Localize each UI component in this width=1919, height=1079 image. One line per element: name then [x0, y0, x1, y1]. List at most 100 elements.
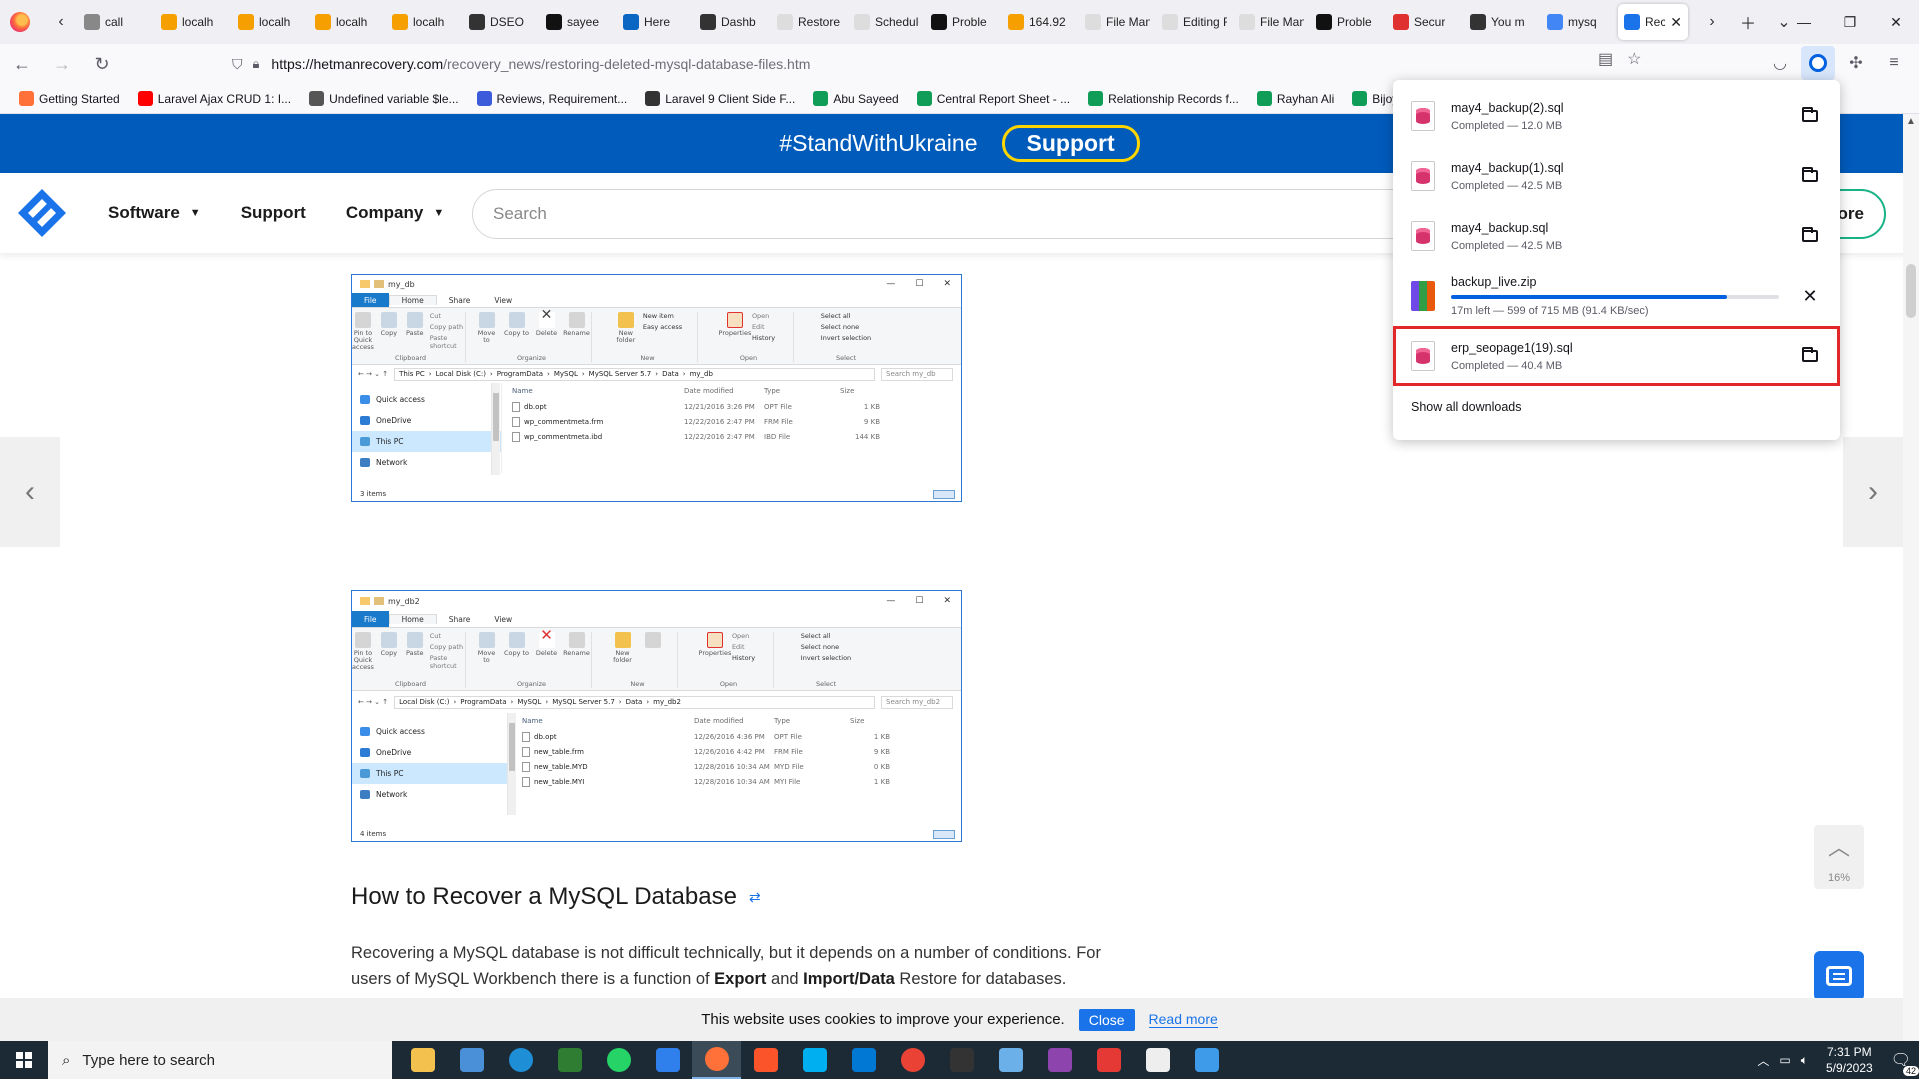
- browser-tab[interactable]: Restore W: [771, 4, 848, 40]
- reload-icon[interactable]: ↻: [84, 46, 120, 82]
- bookmark-item[interactable]: Getting Started: [12, 91, 127, 106]
- bookmark-item[interactable]: Laravel 9 Client Side F...: [638, 91, 802, 106]
- bookmark-item[interactable]: Laravel Ajax CRUD 1: I...: [131, 91, 298, 106]
- site-menu-item[interactable]: Company ▼: [346, 203, 444, 223]
- window-close-icon[interactable]: ✕: [1873, 0, 1919, 44]
- cancel-download-button[interactable]: ✕: [1798, 284, 1822, 308]
- browser-tab[interactable]: Schedule: [848, 4, 925, 40]
- url-bar[interactable]: ⛉ 🔒︎ https://hetmanrecovery.com/recovery…: [232, 49, 1632, 79]
- bookmark-star-icon[interactable]: ☆: [1627, 49, 1641, 69]
- download-item[interactable]: backup_live.zip 17m left — 599 of 715 MB …: [1393, 266, 1840, 326]
- browser-tab[interactable]: call: [78, 4, 155, 40]
- browser-tab[interactable]: Proble: [1310, 4, 1387, 40]
- anchor-link-icon[interactable]: ⇄: [749, 889, 761, 906]
- open-folder-button[interactable]: [1798, 164, 1822, 188]
- browser-tab[interactable]: Here: [617, 4, 694, 40]
- bookmark-item[interactable]: Rayhan Ali: [1250, 91, 1341, 106]
- firefox-logo-icon[interactable]: [10, 12, 30, 32]
- back-arrow-icon[interactable]: ←: [4, 46, 40, 82]
- site-search-input[interactable]: Search: [472, 189, 1472, 239]
- browser-tab[interactable]: 164.92: [1002, 4, 1079, 40]
- scroll-up-arrow-icon[interactable]: ▲: [1906, 116, 1916, 127]
- cookie-close-button[interactable]: Close: [1078, 1008, 1135, 1031]
- window-restore-icon[interactable]: ❐: [1827, 0, 1873, 44]
- scroll-to-top-button[interactable]: ︿ 16%: [1814, 825, 1864, 889]
- site-menu-item[interactable]: Software ▼: [108, 203, 201, 223]
- page-scrollbar[interactable]: ▲: [1903, 114, 1919, 1041]
- download-item[interactable]: may4_backup.sql Completed — 42.5 MB: [1393, 206, 1840, 266]
- taskbar-app-app-blue[interactable]: [447, 1041, 496, 1079]
- taskbar-search[interactable]: ⌕ Type here to search: [48, 1041, 392, 1079]
- taskbar-app-app-whatsapp[interactable]: [594, 1041, 643, 1079]
- cookie-read-more-link[interactable]: Read more: [1148, 1011, 1218, 1028]
- taskbar-app-app-green[interactable]: [545, 1041, 594, 1079]
- taskbar-app-settings[interactable]: [1133, 1041, 1182, 1079]
- reader-view-icon[interactable]: ▤: [1598, 49, 1613, 69]
- download-item[interactable]: may4_backup(1).sql Completed — 42.5 MB: [1393, 146, 1840, 206]
- stand-with-ukraine-text[interactable]: #StandWithUkraine: [779, 130, 977, 157]
- browser-tab[interactable]: localh: [232, 4, 309, 40]
- extensions-puzzle-icon[interactable]: ✣: [1839, 46, 1873, 80]
- taskbar-app-vscode[interactable]: [643, 1041, 692, 1079]
- tab-scroll-right-icon[interactable]: ›: [1694, 0, 1730, 44]
- bookmark-item[interactable]: Undefined variable $le...: [302, 91, 465, 106]
- browser-tab[interactable]: mysq: [1541, 4, 1618, 40]
- download-item[interactable]: may4_backup(2).sql Completed — 12.0 MB: [1393, 86, 1840, 146]
- taskbar-app-winrar[interactable]: [1035, 1041, 1084, 1079]
- downloads-button[interactable]: [1801, 46, 1835, 80]
- tab-active[interactable]: Rec ✕: [1618, 4, 1688, 40]
- start-button[interactable]: [0, 1041, 48, 1079]
- browser-tab[interactable]: Editing Fil: [1156, 4, 1233, 40]
- tab-scroll-left-icon[interactable]: ‹: [44, 0, 78, 44]
- show-all-downloads-link[interactable]: Show all downloads: [1393, 400, 1840, 414]
- window-minimize-icon[interactable]: —: [1781, 0, 1827, 44]
- download-item[interactable]: erp_seopage1(19).sql Completed — 40.4 MB: [1393, 326, 1840, 386]
- browser-tab[interactable]: You m: [1464, 4, 1541, 40]
- site-menu-item[interactable]: Support: [241, 203, 306, 223]
- taskbar-app-skype2[interactable]: [839, 1041, 888, 1079]
- browser-tab[interactable]: DSEO: [463, 4, 540, 40]
- browser-tab[interactable]: localh: [309, 4, 386, 40]
- forward-arrow-icon[interactable]: →: [44, 46, 80, 82]
- browser-tab[interactable]: Secur: [1387, 4, 1464, 40]
- volume-icon[interactable]: 🔈︎: [1801, 1053, 1808, 1068]
- ukraine-support-button[interactable]: Support: [1001, 125, 1140, 162]
- bookmark-item[interactable]: Central Report Sheet - ...: [910, 91, 1077, 106]
- new-tab-plus-icon[interactable]: ＋: [1730, 0, 1766, 44]
- taskbar-app-anydesk[interactable]: [1084, 1041, 1133, 1079]
- tray-overflow-chevron-icon[interactable]: ︿: [1757, 1052, 1769, 1069]
- taskbar-app-app-remote[interactable]: [1182, 1041, 1231, 1079]
- taskbar-app-app-notes[interactable]: [986, 1041, 1035, 1079]
- taskbar-app-file-explorer[interactable]: [398, 1041, 447, 1079]
- carousel-next-arrow-icon[interactable]: ›: [1843, 437, 1903, 547]
- taskbar-app-firefox[interactable]: [692, 1041, 741, 1079]
- lock-icon[interactable]: 🔒︎: [253, 56, 260, 72]
- browser-tab[interactable]: localh: [386, 4, 463, 40]
- browser-tab[interactable]: localh: [155, 4, 232, 40]
- taskbar-app-chrome[interactable]: [888, 1041, 937, 1079]
- app-menu-hamburger-icon[interactable]: ≡: [1877, 46, 1911, 80]
- open-folder-button[interactable]: [1798, 104, 1822, 128]
- open-folder-button[interactable]: [1798, 224, 1822, 248]
- browser-tab[interactable]: File Mana: [1233, 4, 1310, 40]
- hetman-logo-icon[interactable]: [16, 187, 68, 239]
- bookmark-item[interactable]: Reviews, Requirement...: [470, 91, 635, 106]
- browser-tab[interactable]: Dashb: [694, 4, 771, 40]
- tracking-shield-icon[interactable]: ⛉: [232, 56, 243, 73]
- pocket-icon[interactable]: ◡: [1763, 46, 1797, 80]
- taskbar-app-brave[interactable]: [741, 1041, 790, 1079]
- taskbar-app-skype[interactable]: [790, 1041, 839, 1079]
- taskbar-clock[interactable]: 7:31 PM 5/9/2023: [1826, 1044, 1873, 1076]
- page-scrollbar-thumb[interactable]: [1906, 264, 1916, 318]
- taskbar-app-edge[interactable]: [496, 1041, 545, 1079]
- browser-tab[interactable]: sayee: [540, 4, 617, 40]
- chat-button[interactable]: [1814, 951, 1864, 1001]
- taskbar-app-terminal[interactable]: [937, 1041, 986, 1079]
- bookmark-item[interactable]: Abu Sayeed: [806, 91, 905, 106]
- open-folder-button[interactable]: [1798, 344, 1822, 368]
- browser-tab[interactable]: File Mana: [1079, 4, 1156, 40]
- bookmark-item[interactable]: Relationship Records f...: [1081, 91, 1246, 106]
- notification-center-icon[interactable]: 🗨︎ 42: [1891, 1050, 1919, 1076]
- carousel-prev-arrow-icon[interactable]: ‹: [0, 437, 60, 547]
- browser-tab[interactable]: Proble: [925, 4, 1002, 40]
